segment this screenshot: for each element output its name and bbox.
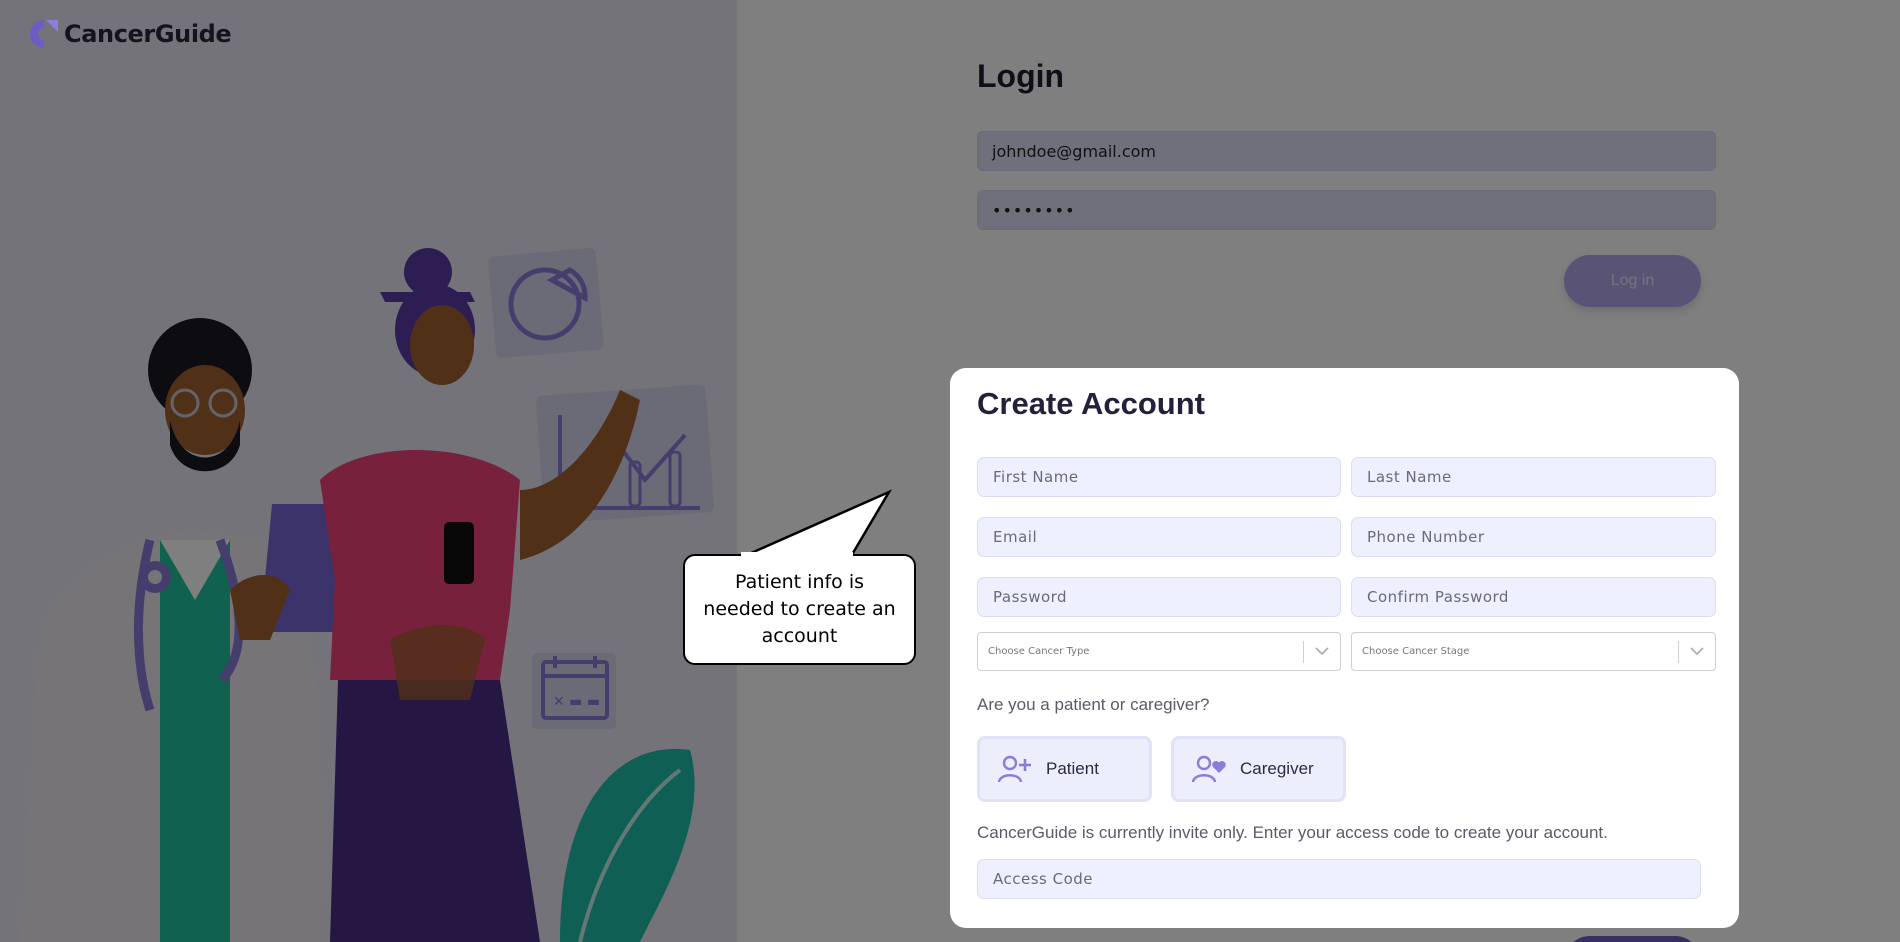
chevron-down-icon[interactable]: [1679, 647, 1715, 656]
modal-title: Create Account: [977, 386, 1205, 421]
email-input[interactable]: [977, 517, 1341, 557]
caregiver-role-label: Caregiver: [1240, 759, 1314, 778]
cancer-type-placeholder: Choose Cancer Type: [988, 646, 1090, 657]
callout-tail-mask: [741, 552, 853, 560]
cancer-type-select[interactable]: Choose Cancer Type: [977, 632, 1341, 671]
callout-pointer: [739, 489, 893, 560]
first-name-input[interactable]: [977, 457, 1341, 497]
annotation-callout: Patient info is needed to create an acco…: [683, 554, 916, 665]
access-code-input[interactable]: [977, 859, 1701, 899]
user-plus-icon: [998, 755, 1031, 783]
cancerguide-logo-icon: [30, 20, 58, 48]
patient-role-button[interactable]: Patient: [977, 736, 1152, 802]
password-input[interactable]: [977, 577, 1341, 617]
cancer-stage-placeholder: Choose Cancer Stage: [1362, 646, 1470, 657]
confirm-password-input[interactable]: [1351, 577, 1716, 617]
invite-only-notice: CancerGuide is currently invite only. En…: [977, 823, 1608, 842]
brand-logo[interactable]: CancerGuide: [28, 18, 232, 50]
caregiver-role-button[interactable]: Caregiver: [1171, 736, 1346, 802]
create-account-modal: Create Account Choose Cancer Type Choose…: [950, 368, 1739, 928]
user-heart-icon: [1192, 755, 1226, 783]
phone-number-input[interactable]: [1351, 517, 1716, 557]
brand-name: CancerGuide: [64, 20, 232, 48]
last-name-input[interactable]: [1351, 457, 1716, 497]
chevron-down-icon[interactable]: [1304, 647, 1340, 656]
cancer-stage-select[interactable]: Choose Cancer Stage: [1351, 632, 1716, 671]
patient-role-label: Patient: [1046, 759, 1099, 778]
role-question: Are you a patient or caregiver?: [977, 695, 1210, 714]
